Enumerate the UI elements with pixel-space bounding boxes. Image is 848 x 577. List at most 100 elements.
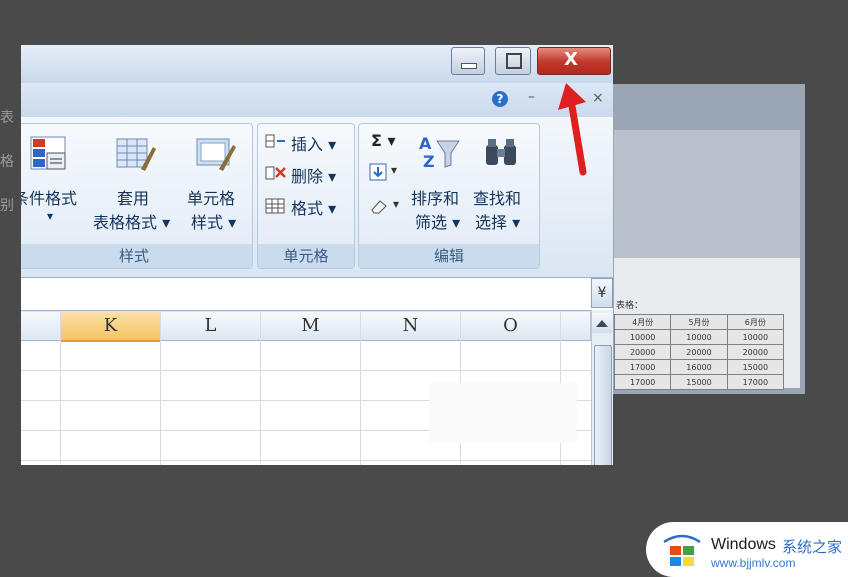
bg-cell: 20000 bbox=[726, 344, 785, 360]
bg-cell: 10000 bbox=[726, 329, 785, 345]
windows-logo-icon bbox=[663, 534, 701, 566]
format-as-table-button[interactable]: 套用 表格格式 ▾ bbox=[93, 129, 185, 239]
autosum-button[interactable]: Σ ▾ bbox=[371, 131, 411, 153]
col-line bbox=[260, 312, 261, 465]
formula-bar[interactable] bbox=[21, 277, 613, 311]
format-as-table-label-1: 套用 bbox=[117, 189, 150, 208]
bg-cell: 4月份 bbox=[613, 314, 672, 330]
clear-button[interactable]: ▾ bbox=[369, 195, 409, 217]
editing-group-label: 编辑 bbox=[359, 244, 539, 268]
blurred-patch bbox=[429, 383, 577, 443]
fill-button[interactable]: ▾ bbox=[369, 163, 409, 185]
column-header-o[interactable]: O bbox=[461, 312, 561, 341]
background-sheet-label: 表格： bbox=[616, 301, 644, 311]
workbook-minimize-button[interactable]: – bbox=[528, 89, 535, 105]
sort-filter-button[interactable]: A Z 排序和 筛选 ▾ bbox=[407, 129, 471, 239]
sort-filter-label-1: 排序和 bbox=[411, 189, 460, 208]
row-line bbox=[21, 460, 591, 461]
column-header-partial-right[interactable] bbox=[561, 312, 591, 341]
bg-cell: 17000 bbox=[726, 374, 785, 390]
background-table-header: 4月份 5月份 6月份 bbox=[613, 314, 785, 330]
format-button[interactable]: 格式 ▾ bbox=[265, 195, 349, 218]
cells-group-label: 单元格 bbox=[258, 244, 354, 268]
format-label: 格式 ▾ bbox=[291, 199, 337, 218]
watermark-brand: 系统之家 bbox=[782, 538, 843, 556]
bg-cell: 20000 bbox=[670, 344, 728, 360]
bg-cell: 10000 bbox=[613, 329, 672, 345]
insert-button[interactable]: 插入 ▾ bbox=[265, 131, 349, 154]
fill-down-icon bbox=[369, 163, 387, 181]
styles-group-label: 样式 bbox=[21, 244, 252, 268]
insert-icon bbox=[265, 134, 285, 148]
format-as-table-label-2: 表格格式 ▾ bbox=[93, 213, 171, 232]
svg-text:A: A bbox=[419, 134, 432, 153]
bg-cell: 16000 bbox=[670, 359, 728, 375]
watermark-url: www.bjjmlv.com bbox=[711, 556, 796, 570]
close-icon: X bbox=[564, 49, 578, 70]
delete-icon bbox=[265, 166, 286, 180]
scroll-up-button[interactable] bbox=[592, 313, 612, 333]
help-icon[interactable]: ? bbox=[492, 91, 508, 107]
bg-cell: 15000 bbox=[726, 359, 785, 375]
hint-line-1: 表格 bbox=[0, 110, 14, 170]
cell-styles-label-2: 样式 ▾ bbox=[191, 213, 237, 232]
sort-filter-icon: A Z bbox=[419, 134, 460, 171]
background-table-row: 17000 15000 17000 bbox=[613, 374, 785, 390]
conditional-format-label: 条件格式 bbox=[21, 189, 78, 208]
watermark-title: Windows bbox=[711, 536, 776, 553]
find-select-label-1: 查找和 bbox=[473, 189, 522, 208]
delete-button[interactable]: 删除 ▾ bbox=[265, 163, 349, 186]
svg-text:Z: Z bbox=[423, 152, 435, 171]
delete-label: 删除 ▾ bbox=[291, 167, 337, 186]
binoculars-icon bbox=[486, 139, 516, 165]
column-header-partial[interactable] bbox=[21, 312, 61, 341]
bg-cell: 15000 bbox=[670, 374, 728, 390]
bg-cell: 5月份 bbox=[670, 314, 728, 330]
restore-button[interactable] bbox=[495, 47, 531, 75]
minimize-button[interactable] bbox=[451, 47, 485, 75]
scroll-up-icon bbox=[596, 320, 608, 327]
conditional-format-icon bbox=[30, 136, 66, 170]
insert-label: 插入 ▾ bbox=[291, 135, 337, 154]
menu-bar bbox=[21, 83, 613, 117]
minimize-icon bbox=[461, 63, 477, 69]
bg-cell: 10000 bbox=[670, 329, 728, 345]
bg-cell: 17000 bbox=[613, 359, 672, 375]
format-as-table-icon bbox=[116, 138, 156, 171]
restore-icon-back bbox=[506, 53, 522, 69]
expand-formula-bar-button[interactable]: ¥ bbox=[591, 278, 613, 308]
scroll-thumb[interactable] bbox=[594, 345, 612, 465]
close-button[interactable]: X bbox=[537, 47, 611, 75]
sort-filter-label-2: 筛选 ▾ bbox=[415, 213, 461, 232]
bg-cell: 20000 bbox=[613, 344, 672, 360]
background-table: 4月份 5月份 6月份 10000 10000 10000 20000 2000… bbox=[613, 314, 785, 394]
annotation-arrow bbox=[558, 83, 587, 176]
column-header-l[interactable]: L bbox=[161, 312, 261, 341]
eraser-icon bbox=[371, 200, 387, 214]
background-table-row: 10000 10000 10000 bbox=[613, 329, 785, 345]
conditional-format-dropdown: ▾ bbox=[47, 209, 54, 223]
cell-styles-button[interactable]: 单元格 样式 ▾ bbox=[183, 129, 249, 239]
hint-line-2: 别 bbox=[0, 198, 14, 214]
clear-dropdown: ▾ bbox=[393, 197, 400, 211]
background-table-row: 17000 16000 15000 bbox=[613, 359, 785, 375]
col-line bbox=[160, 312, 161, 465]
format-cells-icon bbox=[265, 198, 285, 214]
cell-styles-label-1: 单元格 bbox=[187, 189, 236, 208]
fill-dropdown: ▾ bbox=[391, 163, 398, 177]
col-line bbox=[60, 312, 61, 465]
partial-background-text: 表格 别 bbox=[0, 96, 22, 228]
conditional-format-button[interactable]: 条件格式 ▾ bbox=[21, 129, 99, 239]
row-line bbox=[21, 370, 591, 371]
cell-styles-icon bbox=[196, 138, 236, 171]
background-table-row: 20000 20000 20000 bbox=[613, 344, 785, 360]
column-header-n[interactable]: N bbox=[361, 312, 461, 341]
find-select-label-2: 选择 ▾ bbox=[475, 213, 521, 232]
column-header-m[interactable]: M bbox=[261, 312, 361, 341]
col-line bbox=[360, 312, 361, 465]
column-header-k[interactable]: K bbox=[61, 312, 161, 342]
find-select-button[interactable]: 查找和 选择 ▾ bbox=[473, 129, 537, 239]
bg-cell: 17000 bbox=[613, 374, 672, 390]
sum-icon: Σ ▾ bbox=[371, 131, 396, 150]
excel-window: X ? – × 样式 条件格式 ▾ 套用 表格格式 ▾ 单元格 样式 ▾ 单元格… bbox=[21, 45, 613, 465]
